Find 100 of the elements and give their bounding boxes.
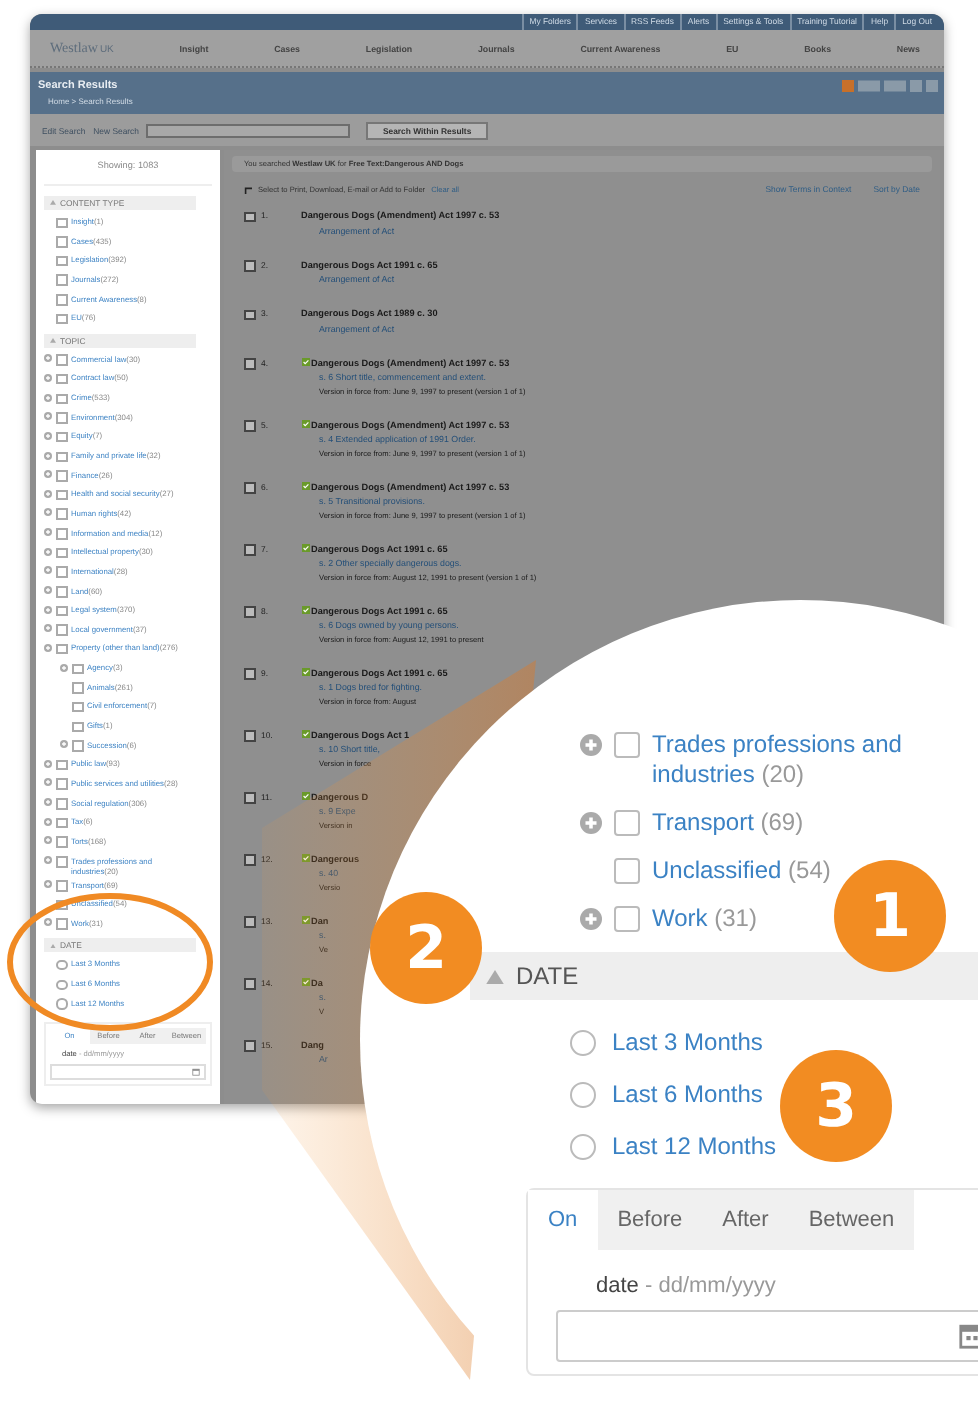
expand-icon[interactable] — [44, 759, 52, 768]
checkbox[interactable] — [56, 294, 67, 306]
checkbox[interactable] — [56, 836, 67, 848]
checkbox[interactable] — [614, 732, 640, 758]
expand-icon[interactable] — [44, 605, 52, 614]
filter-link[interactable]: Last 3 Months — [612, 1028, 763, 1056]
checkbox[interactable] — [56, 313, 67, 325]
expand-icon[interactable] — [44, 643, 52, 652]
checkbox[interactable] — [72, 682, 83, 694]
checkbox[interactable] — [72, 701, 83, 713]
checkbox[interactable] — [56, 918, 67, 930]
filter-link[interactable]: Transport (69) — [652, 808, 804, 838]
checkbox[interactable] — [56, 412, 67, 424]
expand-icon[interactable] — [60, 740, 68, 749]
checkbox[interactable] — [244, 260, 255, 271]
date-field[interactable] — [556, 1310, 978, 1362]
checkbox[interactable] — [614, 906, 640, 932]
filter-link[interactable]: Last 12 Months — [612, 1132, 777, 1160]
expand-icon[interactable] — [44, 354, 52, 363]
checkbox[interactable] — [56, 778, 67, 790]
checkbox[interactable] — [72, 663, 83, 675]
expand-icon[interactable] — [44, 528, 52, 537]
checkbox[interactable] — [56, 605, 67, 617]
expand-icon[interactable] — [44, 547, 52, 556]
checkbox[interactable] — [244, 544, 255, 555]
checkbox[interactable] — [244, 668, 255, 679]
checkbox[interactable] — [244, 1040, 255, 1051]
checkbox[interactable] — [56, 451, 67, 463]
expand-icon[interactable] — [44, 470, 52, 479]
radio-button[interactable] — [56, 979, 67, 991]
checkbox[interactable] — [56, 899, 67, 911]
checkbox[interactable] — [56, 856, 67, 867]
checkbox[interactable] — [614, 810, 640, 836]
radio-button[interactable] — [570, 1029, 596, 1055]
radio-button[interactable] — [570, 1133, 596, 1159]
radio-button[interactable] — [56, 959, 67, 971]
checkbox[interactable] — [244, 309, 255, 320]
checkbox[interactable] — [56, 373, 67, 385]
filter-link[interactable]: Work (31) — [652, 904, 757, 934]
checkbox[interactable] — [244, 482, 255, 493]
radio-button[interactable] — [570, 1081, 596, 1107]
expand-icon[interactable] — [44, 393, 52, 402]
calendar-icon[interactable] — [958, 1322, 978, 1350]
section-header[interactable]: DATE — [470, 952, 978, 1000]
checkbox[interactable] — [56, 759, 67, 771]
expand-icon[interactable] — [44, 373, 52, 382]
checkbox[interactable] — [244, 730, 255, 741]
expand-icon[interactable] — [44, 586, 52, 595]
checkbox[interactable] — [244, 978, 255, 989]
checkbox[interactable] — [56, 393, 67, 405]
expand-icon[interactable] — [44, 856, 52, 864]
checkbox[interactable] — [56, 508, 67, 520]
expand-icon[interactable] — [580, 908, 602, 930]
expand-icon[interactable] — [580, 734, 602, 756]
radio-button[interactable] — [56, 998, 67, 1010]
expand-icon[interactable] — [44, 489, 52, 498]
checkbox[interactable] — [56, 547, 67, 559]
expand-icon[interactable] — [44, 624, 52, 633]
collapse-arrow-icon[interactable] — [486, 969, 504, 983]
expand-icon[interactable] — [44, 836, 52, 845]
checkbox[interactable] — [72, 740, 83, 752]
checkbox[interactable] — [244, 358, 255, 369]
expand-icon[interactable] — [580, 812, 602, 834]
checkbox[interactable] — [56, 528, 67, 540]
expand-icon[interactable] — [44, 817, 52, 826]
expand-icon[interactable] — [44, 412, 52, 421]
checkbox[interactable] — [56, 489, 67, 501]
calendar-icon[interactable] — [192, 1068, 200, 1077]
expand-icon[interactable] — [44, 798, 52, 807]
date-tab[interactable]: Between — [788, 1190, 915, 1250]
checkbox[interactable] — [56, 431, 67, 443]
checkbox[interactable] — [56, 255, 67, 267]
collapse-arrow-icon[interactable] — [50, 200, 56, 206]
collapse-arrow-icon[interactable] — [50, 338, 56, 344]
checkbox[interactable] — [56, 274, 67, 286]
checkbox[interactable] — [56, 817, 67, 829]
expand-icon[interactable] — [44, 508, 52, 517]
expand-icon[interactable] — [44, 566, 52, 575]
search-field[interactable] — [146, 123, 351, 137]
checkbox[interactable] — [56, 586, 67, 598]
checkbox[interactable] — [56, 354, 67, 366]
checkbox[interactable] — [244, 606, 255, 617]
checkbox[interactable] — [72, 721, 83, 733]
filter-link[interactable]: Unclassified (54) — [652, 856, 831, 886]
filter-link[interactable]: Last 6 Months — [612, 1080, 763, 1108]
checkbox[interactable] — [56, 236, 67, 248]
checkbox[interactable] — [56, 880, 67, 891]
checkbox[interactable] — [244, 420, 255, 431]
expand-icon[interactable] — [44, 918, 52, 927]
date-tab[interactable]: Before — [597, 1190, 703, 1250]
checkbox[interactable] — [56, 798, 67, 810]
filter-link[interactable]: Trades professions and industries (20) — [652, 730, 978, 790]
checkbox[interactable] — [244, 854, 255, 865]
date-field[interactable] — [50, 1064, 206, 1081]
checkbox[interactable] — [56, 566, 67, 578]
expand-icon[interactable] — [60, 663, 68, 672]
checkbox[interactable] — [56, 624, 67, 636]
collapse-arrow-icon[interactable] — [50, 943, 56, 949]
date-tab[interactable]: After — [702, 1190, 789, 1250]
checkbox[interactable] — [56, 217, 67, 228]
